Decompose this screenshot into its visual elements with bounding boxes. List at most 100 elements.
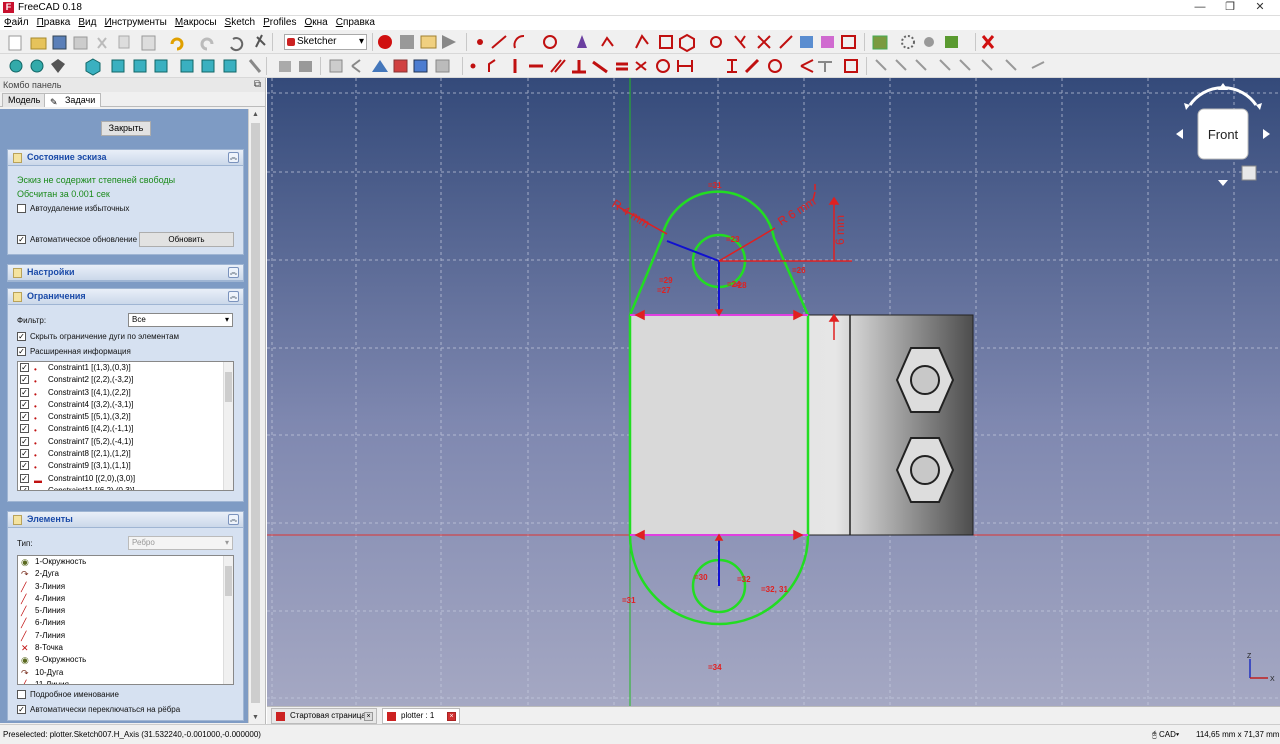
navcube-face-label[interactable]: Front <box>1208 127 1239 142</box>
macro-record-icon[interactable] <box>378 35 392 49</box>
constrain-angle-icon[interactable] <box>800 59 814 73</box>
scroll-thumb[interactable] <box>251 123 260 703</box>
scroll-up-icon[interactable]: ▲ <box>252 111 259 118</box>
scroll-thumb[interactable] <box>225 566 232 596</box>
verbose-naming-checkbox[interactable] <box>17 690 26 699</box>
constraint-checkbox[interactable]: ✓ <box>20 485 29 490</box>
navcube-rotate-arc[interactable] <box>1188 86 1258 106</box>
task-panel-scrollbar[interactable]: ▲ ▼ <box>248 109 262 723</box>
draw-style-icon[interactable] <box>51 59 65 73</box>
new-sketch-icon[interactable] <box>329 59 343 73</box>
element-row[interactable]: ╱ 3-Линия <box>18 581 233 593</box>
constraint-row[interactable]: ✓ • Constraint8 [(2,1),(1,2)] <box>18 448 233 460</box>
save-as-icon[interactable] <box>73 36 88 50</box>
sketch-validate-icon[interactable] <box>872 35 888 50</box>
element-row[interactable]: ╱ 11-Линия <box>18 679 233 684</box>
view-bottom-icon[interactable] <box>201 59 215 73</box>
macro-stop-icon[interactable] <box>400 35 414 49</box>
macro-run-icon[interactable] <box>442 35 456 49</box>
navigation-cube[interactable]: Front <box>1176 83 1270 186</box>
paste-icon[interactable] <box>141 35 156 51</box>
constraint-label[interactable]: =26 <box>792 266 806 275</box>
radius-dimension-label-2[interactable]: R 6 mm <box>775 194 818 228</box>
sketch-rectangle-icon[interactable] <box>659 35 673 49</box>
close-tab-icon[interactable]: × <box>447 712 456 721</box>
menu-profiles[interactable]: Profiles <box>259 16 300 30</box>
auto-update-checkbox[interactable]: ✓ <box>17 235 26 244</box>
collapse-icon[interactable]: ︽ <box>228 267 239 278</box>
scroll-down-icon[interactable]: ▼ <box>252 714 259 721</box>
collapse-icon[interactable]: ︽ <box>228 514 239 525</box>
save-icon[interactable] <box>52 35 67 50</box>
constraint-label[interactable]: =31 <box>708 181 722 190</box>
sketch-trim-icon[interactable] <box>757 35 771 49</box>
constraint-checkbox[interactable]: ✓ <box>20 436 29 446</box>
tab-plotter[interactable]: plotter : 1 × <box>382 708 460 724</box>
height-dimension-label[interactable]: 6 mm <box>833 215 847 245</box>
view-right-icon[interactable] <box>154 59 168 73</box>
merge-sketch-icon[interactable] <box>435 59 450 73</box>
scroll-thumb[interactable] <box>225 372 232 402</box>
auto-remove-checkbox[interactable] <box>17 204 26 213</box>
constraint-label[interactable]: =31 <box>622 596 636 605</box>
constraint-checkbox[interactable]: ✓ <box>20 375 29 385</box>
sketch-fillet-icon[interactable] <box>734 35 746 49</box>
constraint-checkbox[interactable]: ✓ <box>20 363 29 372</box>
elements-header[interactable]: Элементы ︽ <box>8 512 243 528</box>
measure-distance-icon[interactable] <box>248 59 262 73</box>
constraint-row[interactable]: ✓ • Constraint5 [(5,1),(3,2)] <box>18 411 233 423</box>
element-row[interactable]: ╱ 6-Линия <box>18 617 233 629</box>
constraint-label[interactable]: =27 <box>657 286 671 295</box>
constraint-label[interactable]: =23 <box>726 235 740 244</box>
radius-dimension-label[interactable]: R 4 mm <box>609 197 652 231</box>
constraint-row[interactable]: ✓ • Constraint9 [(3,1),(1,1)] <box>18 460 233 472</box>
element-row[interactable]: ◉ 9-Окружность <box>18 654 233 666</box>
element-list[interactable]: ◉ 1-Окружность ↷ 2-Дуга ╱ 3-Линия ╱ 4-Линия ╱ 5-Л… <box>17 555 234 685</box>
sketch-select-icon[interactable] <box>945 36 958 48</box>
refresh-icon[interactable] <box>230 37 244 52</box>
constrain-symmetric-icon[interactable] <box>635 61 647 71</box>
element-row[interactable]: ╱ 7-Линия <box>18 630 233 642</box>
leave-sketch-icon[interactable] <box>372 60 388 72</box>
constrain-horizontal-distance-icon[interactable] <box>677 60 693 72</box>
sketch-close-shape-icon[interactable] <box>901 35 915 49</box>
sketch-slot-icon[interactable] <box>710 36 722 48</box>
bspline-tools-icons[interactable] <box>875 59 1045 71</box>
view-sketch-icon[interactable] <box>393 59 408 73</box>
settings-header[interactable]: Настройки ︽ <box>8 265 243 281</box>
constraint-checkbox[interactable]: ✓ <box>20 412 29 422</box>
constrain-tangent-icon[interactable] <box>592 60 608 74</box>
tab-tasks[interactable]: ✎ Задачи <box>44 93 102 107</box>
sketch-external-icon[interactable] <box>800 36 813 48</box>
constrain-perpendicular-icon[interactable] <box>572 60 586 74</box>
constraint-row[interactable]: ✓ • Constraint6 [(4,2),(-1,1)] <box>18 423 233 435</box>
sketch-bspline-icon[interactable] <box>601 36 614 47</box>
filter-select[interactable]: Все <box>128 313 233 327</box>
constraint-row[interactable]: ✓ • Constraint4 [(3,2),(-3,1)] <box>18 399 233 411</box>
sketch-arc-icon[interactable] <box>513 35 525 49</box>
constrain-block-icon[interactable] <box>656 59 670 73</box>
menu-tools[interactable]: Инструменты <box>100 16 170 30</box>
type-select[interactable]: Ребро <box>128 536 233 550</box>
constraint-checkbox[interactable]: ✓ <box>20 387 29 397</box>
constraint-label[interactable]: =30 <box>694 573 708 582</box>
constraint-list-scrollbar[interactable] <box>223 362 233 490</box>
navcube-menu-icon[interactable] <box>1241 165 1257 181</box>
sketch-construction-icon[interactable] <box>841 35 856 49</box>
sketch-connect-icon[interactable] <box>924 37 934 47</box>
group-icon[interactable] <box>299 61 312 72</box>
constraint-checkbox[interactable]: ✓ <box>20 473 29 483</box>
menu-view[interactable]: Вид <box>74 16 100 30</box>
element-row[interactable]: ↷ 2-Дуга <box>18 568 233 580</box>
constraint-checkbox[interactable]: ✓ <box>20 424 29 434</box>
constrain-point-on-object-icon[interactable] <box>488 59 496 72</box>
auto-switch-checkbox[interactable]: ✓ <box>17 705 26 714</box>
element-row[interactable]: ╱ 4-Линия <box>18 593 233 605</box>
3d-viewport[interactable]: =31 =26 =29 =30 =27 =28 =23 =24 =32 =32,… <box>267 78 1280 706</box>
constrain-parallel-icon[interactable] <box>550 59 566 73</box>
menu-edit[interactable]: Правка <box>33 16 75 30</box>
view-isometric-icon[interactable] <box>85 58 101 76</box>
maximize-button[interactable]: ❐ <box>1215 0 1245 16</box>
sketch-point-icon[interactable] <box>477 39 483 45</box>
sketch-state-header[interactable]: Состояние эскиза ︽ <box>8 150 243 166</box>
